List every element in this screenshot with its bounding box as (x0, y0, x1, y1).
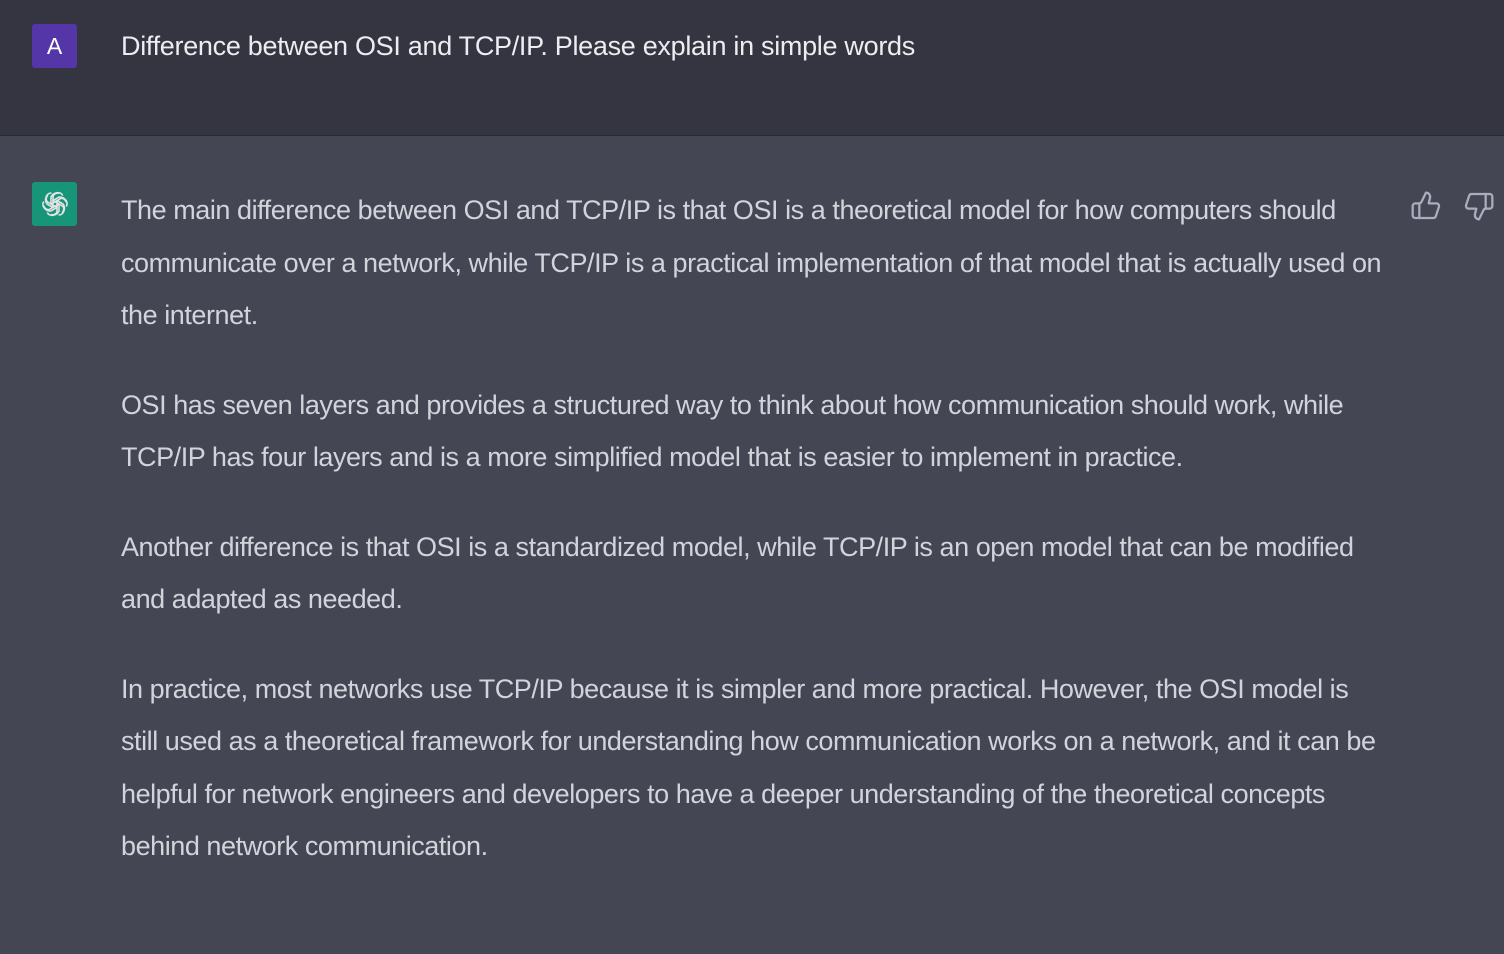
thumbs-down-icon (1464, 192, 1494, 221)
user-message-text: Difference between OSI and TCP/IP. Pleas… (121, 31, 915, 61)
user-avatar: A (32, 24, 77, 68)
user-avatar-letter: A (46, 32, 63, 59)
answer-paragraph: Another difference is that OSI is a stan… (121, 531, 1354, 615)
user-message-row: A Difference between OSI and TCP/IP. Ple… (0, 0, 1504, 136)
answer-paragraph: The main difference between OSI and TCP/… (121, 195, 1382, 330)
assistant-message-text: The main difference between OSI and TCP/… (121, 184, 1386, 910)
assistant-message-row: The main difference between OSI and TCP/… (0, 136, 1504, 954)
answer-paragraph: In practice, most networks use TCP/IP be… (121, 673, 1376, 862)
openai-logo-icon (32, 182, 77, 226)
thumbs-up-icon (1411, 191, 1441, 220)
thumbs-up-button[interactable] (1409, 188, 1443, 224)
thumbs-down-button[interactable] (1462, 188, 1496, 224)
answer-paragraph: OSI has seven layers and provides a stru… (121, 389, 1344, 473)
